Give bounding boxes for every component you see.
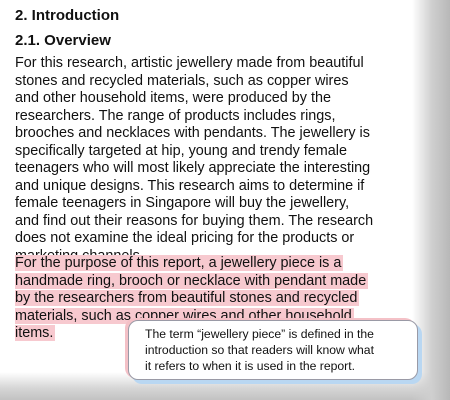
annotation-callout: The term “jewellery piece” is defined in… [128,320,418,380]
paragraph-line: researchers. The range of products inclu… [15,107,336,124]
highlighted-line: handmade ring, brooch or necklace with p… [15,272,369,291]
paragraph-line: stones and recycled materials, such as c… [15,72,349,89]
callout-line: it refers to when it is used in the repo… [145,359,355,373]
paragraph-line: does not examine the ideal pricing for t… [15,230,355,246]
subsection-heading: 2.1. Overview [15,32,111,49]
highlight-text: handmade ring, brooch or necklace with p… [15,272,369,289]
section-heading: 2. Introduction [15,7,120,24]
overview-paragraph: For this research, artistic jewellery ma… [15,55,373,265]
callout-line: introduction so that readers will know w… [145,343,374,357]
paragraph-line: female teenagers in Singapore will buy t… [15,195,350,211]
paragraph-line: and find out their reasons for buying th… [15,212,374,229]
highlight-text: by the researchers from beautiful stones… [15,290,360,306]
highlight-text: For the purpose of this report, a jewell… [15,255,344,271]
paragraph-line: teenagers who will most likely appreciat… [15,160,371,176]
paragraph-line: For this research, artistic jewellery ma… [15,55,364,71]
paragraph-line: specifically targeted at hip, young and … [15,142,347,159]
paragraph-line: and unique designs. This research aims t… [15,177,365,194]
document-page: 2. Introduction 2.1. Overview For this r… [0,0,430,385]
paragraph-line: and other household items, were produced… [15,90,331,106]
highlighted-line: by the researchers from beautiful stones… [15,290,368,308]
callout-line: The term “jewellery piece” is defined in… [145,327,374,341]
paragraph-line: brooches and necklaces with pendants. Th… [15,125,370,141]
highlighted-line: For the purpose of this report, a jewell… [15,255,368,273]
highlight-text: items. [15,325,56,341]
